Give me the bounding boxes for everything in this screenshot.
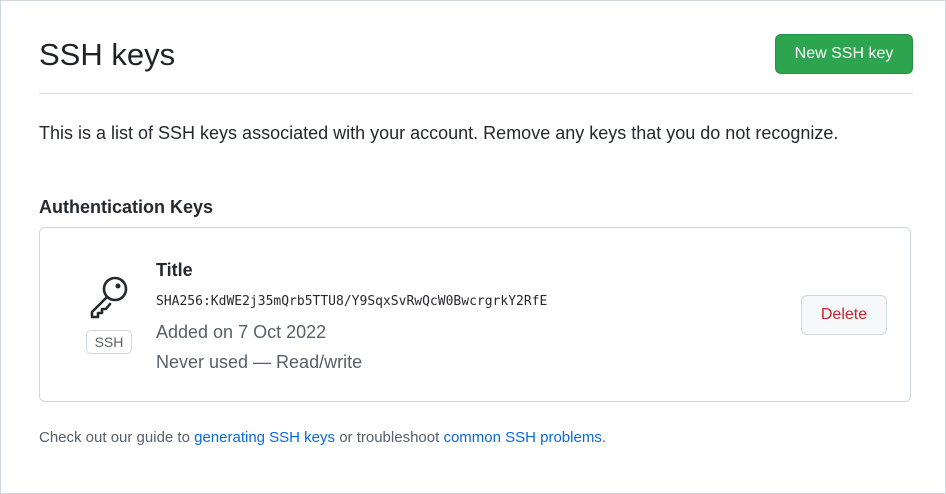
footer-help-text: Check out our guide to generating SSH ke… bbox=[39, 429, 606, 446]
common-ssh-problems-link[interactable]: common SSH problems bbox=[443, 429, 601, 446]
footer-text-after: . bbox=[601, 429, 606, 446]
new-ssh-key-button[interactable]: New SSH key bbox=[775, 34, 913, 74]
ssh-type-label: SSH bbox=[86, 330, 132, 354]
page-header: SSH keys New SSH key bbox=[39, 33, 913, 94]
delete-key-button[interactable]: Delete bbox=[801, 295, 887, 335]
generating-ssh-keys-link[interactable]: generating SSH keys bbox=[194, 429, 335, 446]
key-icon bbox=[90, 276, 128, 319]
footer-text-before: Check out our guide to bbox=[39, 429, 195, 446]
key-added-date: Added on 7 Oct 2022 bbox=[156, 322, 327, 342]
key-fingerprint: SHA256:KdWE2j35mQrb5TTU8/Y9SqxSvRwQcW0Bw… bbox=[156, 294, 548, 309]
key-usage-status: Never used — Read/write bbox=[156, 352, 363, 372]
intro-text: This is a list of SSH keys associated wi… bbox=[39, 123, 839, 143]
page-title: SSH keys bbox=[39, 37, 176, 72]
key-title: Title bbox=[156, 260, 193, 280]
ssh-keys-page: SSH keys New SSH key This is a list of S… bbox=[0, 0, 946, 494]
ssh-key-list-item: SSH Title SHA256:KdWE2j35mQrb5TTU8/Y9Sqx… bbox=[39, 227, 911, 402]
authentication-keys-heading: Authentication Keys bbox=[39, 197, 214, 217]
footer-text-middle: or troubleshoot bbox=[335, 429, 444, 446]
